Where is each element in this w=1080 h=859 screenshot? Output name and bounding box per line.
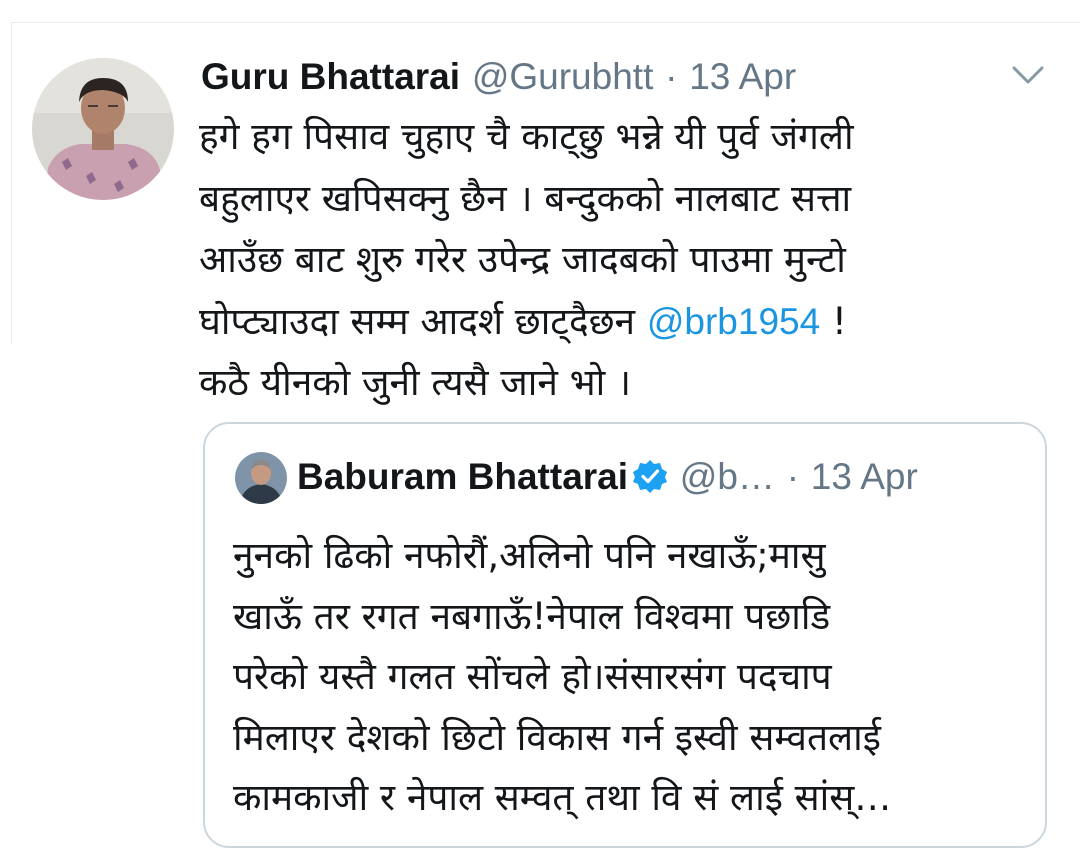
twitter-quote-tweet-screenshot: Guru Bhattarai @Gurubhtt · 13 Apr हगे हग… [0,0,1080,859]
quoted-header-separator: · [786,456,800,497]
tweet-text-line: बहुलाएर खपिसक्नु छैन । बन्दुकको नालबाट स… [199,176,852,220]
tweet-header: Guru Bhattarai @Gurubhtt · 13 Apr [201,52,796,102]
quoted-tweet-date[interactable]: 13 Apr [811,456,918,497]
tweet-text-segment: घोप्ट्याउदा सम्म आदर्श छाट्दैछन [199,299,647,343]
tweet-text-line-with-mention: घोप्ट्याउदा सम्म आदर्श छाट्दैछन @brb1954… [199,291,1049,353]
quoted-tweet-text: नुनको ढिको नफोरौं,अलिनो पनि नखाऊँ;मासु ख… [233,526,1033,829]
author-handle[interactable]: @Gurubhtt [472,56,654,97]
header-separator: · [665,56,678,97]
mention-link[interactable]: @brb1954 [647,301,820,342]
quoted-text-line: परेको यस्तै गलत सोंचले हो।संसारसंग पदचाप [233,655,832,698]
quoted-text-line: मिलाएर देशको छिटो विकास गर्न इस्वी सम्वत… [233,715,881,759]
quoted-text-line: खाऊँ तर रगत नबगाऊँ!नेपाल विश्वमा पछाडि [233,594,831,638]
tweet-date[interactable]: 13 Apr [689,56,796,97]
quoted-author-name[interactable]: Baburam Bhattarai [297,456,628,497]
quoted-text-line: कामकाजी र नेपाल सम्वत् तथा वि सं लाई सां… [233,776,892,819]
verified-badge-icon [632,457,668,493]
author-name[interactable]: Guru Bhattarai [201,56,460,97]
quoted-author-handle[interactable]: @b… [680,456,775,497]
top-divider [12,22,1080,23]
quoted-tweet-header: Baburam Bhattarai @b… · 13 Apr [297,452,918,502]
tweet-text-line: आउँछ बाट शुरु गरेर उपेन्द्र जादबको पाउमा… [199,238,846,281]
tweet-text-segment: ! [820,299,847,343]
quoted-tweet-card[interactable]: Baburam Bhattarai @b… · 13 Apr नुनको ढिक… [203,422,1047,848]
chevron-down-icon[interactable] [1010,62,1046,88]
author-avatar[interactable] [32,58,174,200]
quoted-author-avatar[interactable] [235,452,287,504]
tweet-text: हगे हग पिसाव चुहाए चै काट्छु भन्ने यी पु… [199,106,1049,414]
quoted-text-line: नुनको ढिको नफोरौं,अलिनो पनि नखाऊँ;मासु [233,534,826,577]
thread-left-rule [11,22,12,344]
tweet-text-line: कठै यीनको जुनी त्यसै जाने भो । [199,361,632,404]
tweet-text-line: हगे हग पिसाव चुहाए चै काट्छु भन्ने यी पु… [199,115,854,158]
